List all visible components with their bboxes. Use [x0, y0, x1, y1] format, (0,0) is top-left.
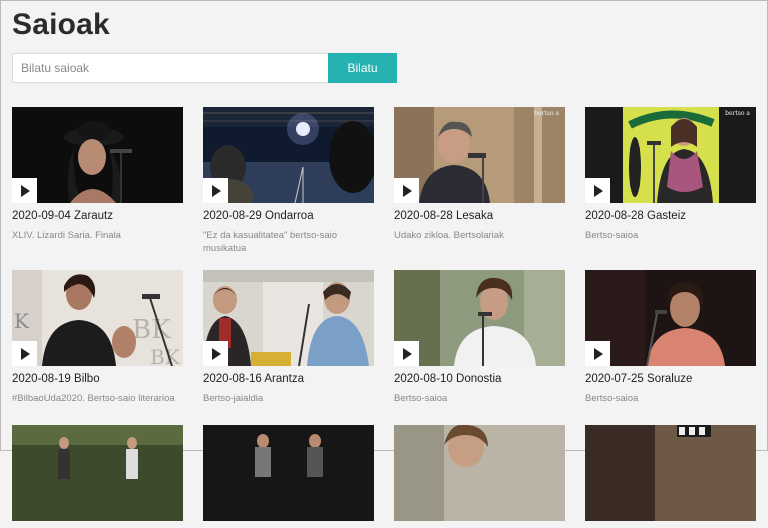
- svg-text:BK: BK: [132, 315, 171, 345]
- play-icon[interactable]: [585, 341, 610, 366]
- video-title[interactable]: 2020-08-28 Lesaka: [394, 210, 565, 222]
- video-thumbnail[interactable]: K BK BK: [12, 270, 183, 366]
- svg-text:K: K: [14, 309, 30, 333]
- page-title: Saioak: [12, 8, 110, 41]
- video-thumbnail[interactable]: [585, 425, 756, 521]
- video-thumbnail[interactable]: [394, 270, 565, 366]
- video-title[interactable]: 2020-08-28 Gasteiz: [585, 210, 756, 222]
- video-subtitle: "Ez da kasualitatea" bertso-saio musikat…: [203, 230, 338, 254]
- video-card[interactable]: 2020-08-10 Donostia Bertso-saioa: [394, 270, 565, 405]
- video-subtitle: Udako zikloa. Bertsolariak: [394, 230, 504, 241]
- play-icon[interactable]: [12, 341, 37, 366]
- video-card[interactable]: 2020-08-29 Ondarroa "Ez da kasualitatea"…: [203, 107, 374, 255]
- video-subtitle: Bertso-jaialdia: [203, 393, 264, 404]
- video-subtitle: XLIV. Lizardi Saria. Finala: [12, 230, 121, 241]
- play-icon[interactable]: [394, 178, 419, 203]
- video-title[interactable]: 2020-08-29 Ondarroa: [203, 210, 374, 222]
- video-title[interactable]: 2020-07-25 Soraluze: [585, 373, 756, 385]
- video-title[interactable]: 2020-08-16 Arantza: [203, 373, 374, 385]
- video-subtitle: Bertso-saioa: [394, 393, 448, 404]
- video-thumbnail[interactable]: [12, 107, 183, 203]
- video-card[interactable]: K BK BK 2020-08-19 Bilbo #BilbaoUda2020.…: [12, 270, 183, 405]
- video-thumbnail[interactable]: [585, 270, 756, 366]
- video-card[interactable]: 2020-07-25 Soraluze Bertso-saioa: [585, 270, 756, 405]
- video-thumbnail[interactable]: bertso a: [394, 107, 565, 203]
- video-thumbnail[interactable]: bertso a: [585, 107, 756, 203]
- video-title[interactable]: 2020-08-19 Bilbo: [12, 373, 183, 385]
- search-input[interactable]: [12, 53, 328, 83]
- video-card[interactable]: [203, 425, 374, 528]
- video-card[interactable]: bertso a 2020-08-28 Lesaka Udako zikloa.…: [394, 107, 565, 242]
- video-subtitle: Bertso-saioa: [585, 230, 639, 241]
- video-subtitle: Bertso-saioa: [585, 393, 639, 404]
- video-thumbnail[interactable]: [203, 107, 374, 203]
- video-thumbnail[interactable]: [394, 425, 565, 521]
- watermark-label: bertso a: [534, 110, 559, 117]
- video-card[interactable]: 2020-09-04 Zarautz XLIV. Lizardi Saria. …: [12, 107, 183, 242]
- watermark-label: bertso a: [725, 110, 750, 117]
- video-thumbnail[interactable]: [203, 270, 374, 366]
- video-thumbnail[interactable]: [12, 425, 183, 521]
- play-icon[interactable]: [12, 178, 37, 203]
- play-icon[interactable]: [585, 178, 610, 203]
- video-thumbnail[interactable]: [203, 425, 374, 521]
- video-title[interactable]: 2020-08-10 Donostia: [394, 373, 565, 385]
- search-button[interactable]: Bilatu: [328, 53, 397, 83]
- video-subtitle: #BilbaoUda2020. Bertso-saio literarioa: [12, 393, 175, 404]
- video-card[interactable]: [585, 425, 756, 528]
- video-card[interactable]: [394, 425, 565, 528]
- play-icon[interactable]: [203, 341, 228, 366]
- video-title[interactable]: 2020-09-04 Zarautz: [12, 210, 183, 222]
- video-card[interactable]: 2020-08-16 Arantza Bertso-jaialdia: [203, 270, 374, 405]
- play-icon[interactable]: [203, 178, 228, 203]
- video-card[interactable]: [12, 425, 183, 528]
- search-bar: Bilatu: [12, 53, 397, 83]
- video-card[interactable]: bertso a 2020-08-28 Gasteiz Bertso-saioa: [585, 107, 756, 242]
- play-icon[interactable]: [394, 341, 419, 366]
